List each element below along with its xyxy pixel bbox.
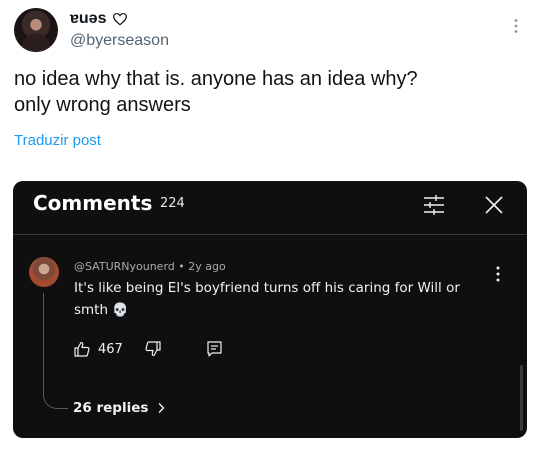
commenter-avatar[interactable] [29,257,59,287]
reply-icon[interactable] [206,340,223,358]
heart-outline-icon [113,13,128,26]
thumbs-down-icon[interactable] [144,340,162,358]
comment-text: It's like being El's boyfriend turns off… [74,277,494,322]
reply-thread-line [43,293,68,409]
profile-avatar[interactable] [14,8,58,52]
user-handle[interactable]: @byerseason [70,32,169,50]
close-icon[interactable] [481,192,507,218]
comments-title: Comments [33,191,153,215]
like-count: 467 [98,342,123,357]
meta-separator: • [178,260,185,273]
view-replies-button[interactable]: 26 replies [73,400,166,416]
replies-label: 26 replies [73,400,149,416]
post-text: no idea why that is. anyone has an idea … [14,68,418,116]
comment-meta: @SATURNyounerd • 2y ago [74,260,226,273]
panel-scrollbar[interactable] [520,365,523,431]
chevron-right-icon [158,403,165,413]
display-name-text: ɐuəs [70,10,107,27]
skull-emoji: 💀 [112,303,129,318]
more-vertical-icon[interactable] [506,16,526,36]
embedded-comments-screenshot: Comments 224 @SATURNyounerd • 2y ago It'… [13,181,527,438]
display-name[interactable]: ɐuəs [70,10,128,28]
filter-sliders-icon[interactable] [421,192,447,218]
thumbs-up-icon[interactable] [73,340,91,358]
comment-body: It's like being El's boyfriend turns off… [74,280,460,318]
comment-time: 2y ago [188,260,226,273]
translate-post-link[interactable]: Traduzir post [14,132,101,149]
comments-header: Comments 224 [13,181,527,235]
comments-count: 224 [160,196,185,211]
comment-author[interactable]: @SATURNyounerd [74,260,175,273]
